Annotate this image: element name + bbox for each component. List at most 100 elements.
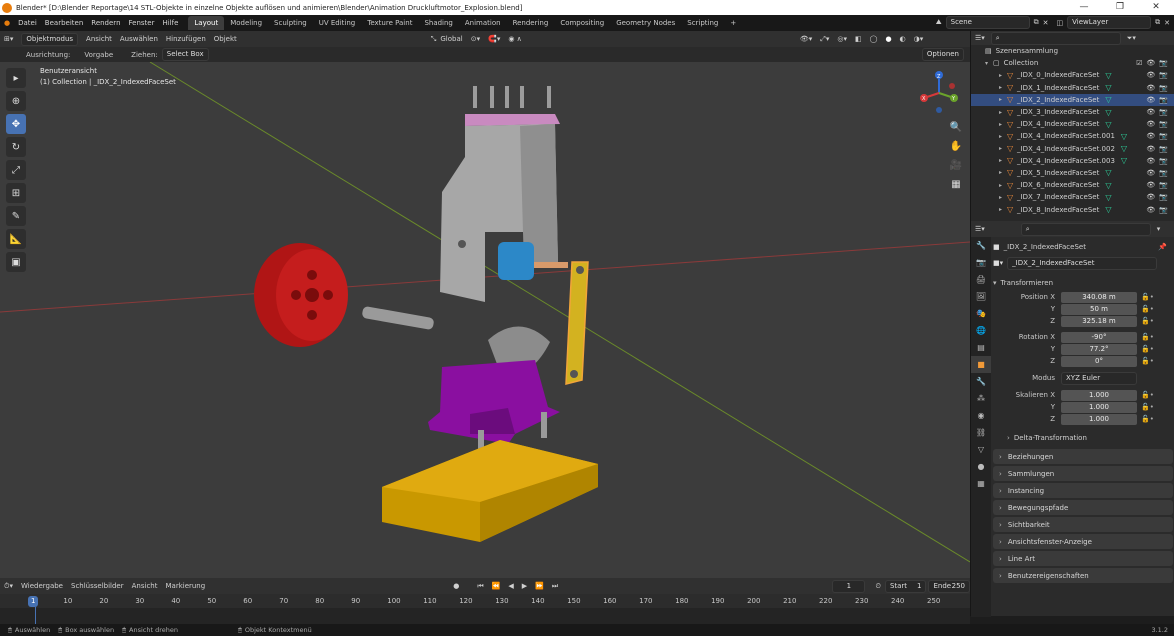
properties-panel-5[interactable]: › Ansichtsfenster-Anzeige xyxy=(993,534,1173,549)
jump-end-icon[interactable]: ⏭ xyxy=(548,582,562,591)
prev-keyframe-icon[interactable]: ⏪ xyxy=(488,582,505,590)
playhead[interactable]: 1 xyxy=(28,596,39,607)
transform-icon[interactable]: ⊞ xyxy=(6,183,26,203)
start-frame-field[interactable]: Start 1 xyxy=(884,579,927,593)
camera-render-icon[interactable]: 📷 xyxy=(1159,84,1168,92)
timeline-editor-icon[interactable]: ⏱▾ xyxy=(0,582,17,591)
mesh-data-icon[interactable]: ▽ xyxy=(1105,181,1111,190)
mode-selector[interactable]: Objektmodus xyxy=(21,32,79,46)
object-name-field[interactable]: _IDX_2_IndexedFaceSet xyxy=(1007,256,1158,270)
filter-icon[interactable]: ⏷▾ xyxy=(1127,34,1136,43)
tab-texture-paint[interactable]: Texture Paint xyxy=(361,16,418,30)
outliner-item[interactable]: ▸ ▽ _IDX_3_IndexedFaceSet ▽ 👁 📷 xyxy=(971,106,1174,118)
eye-icon[interactable]: 👁 xyxy=(1146,169,1155,177)
rotation-mode-dropdown[interactable]: XYZ Euler xyxy=(1061,371,1137,385)
expand-icon[interactable]: › xyxy=(1007,434,1010,442)
position-x-field[interactable]: 340.08 m xyxy=(1061,291,1137,303)
move-icon[interactable]: ✥ xyxy=(6,114,26,134)
position-y-field[interactable]: 50 m xyxy=(1061,303,1137,315)
tab-sculpting[interactable]: Sculpting xyxy=(268,16,313,30)
expand-icon[interactable]: ▸ xyxy=(999,96,1007,103)
scene-selector[interactable]: Scene xyxy=(945,16,1030,29)
cursor-icon[interactable]: ⊕ xyxy=(6,91,26,111)
lock-icon[interactable]: 🔓• xyxy=(1141,333,1154,341)
checkbox-icon[interactable]: ☑ xyxy=(1136,59,1142,67)
mesh-data-icon[interactable]: ▽ xyxy=(1105,193,1111,202)
properties-panel-7[interactable]: › Benutzereigenschaften xyxy=(993,568,1173,583)
scene-tab-icon[interactable]: 🎭 xyxy=(971,305,991,322)
shading-solid-icon[interactable]: ● xyxy=(881,35,895,43)
render-tab-icon[interactable]: 📷 xyxy=(971,254,991,271)
pivot-icon[interactable]: ⊙▾ xyxy=(467,35,484,43)
lock-icon[interactable]: 🔓• xyxy=(1141,317,1154,325)
particles-tab-icon[interactable]: ⁂ xyxy=(971,390,991,407)
transform-orientation-dropdown[interactable]: Global xyxy=(436,35,466,43)
expand-icon[interactable]: ▸ xyxy=(999,133,1007,140)
expand-icon[interactable]: ▸ xyxy=(999,145,1007,152)
camera-render-icon[interactable]: 📷 xyxy=(1159,59,1168,67)
properties-panel-4[interactable]: › Sichtbarkeit xyxy=(993,517,1173,532)
lock-icon[interactable]: 🔓• xyxy=(1141,293,1154,301)
drag-dropdown[interactable]: Select Box xyxy=(161,48,209,61)
viewlayer-tab-icon[interactable]: 🖼 xyxy=(971,288,991,305)
expand-icon[interactable]: ▸ xyxy=(999,84,1007,91)
outliner-item[interactable]: ▸ ▽ _IDX_1_IndexedFaceSet ▽ 👁 📷 xyxy=(971,82,1174,94)
outliner-item[interactable]: ▸ ▽ _IDX_7_IndexedFaceSet ▽ 👁 📷 xyxy=(971,191,1174,203)
menu-markierung[interactable]: Markierung xyxy=(161,582,209,590)
3d-viewport[interactable]: Benutzeransicht (1) Collection | _IDX_2_… xyxy=(0,62,970,578)
properties-search-input[interactable]: ⌕ xyxy=(1020,222,1151,236)
menu-objekt[interactable]: Objekt xyxy=(210,35,241,43)
pan-hand-icon[interactable]: ✋ xyxy=(948,139,964,155)
grid-view-icon[interactable]: ▦ xyxy=(948,177,964,193)
mesh-data-icon[interactable]: ▽ xyxy=(1105,83,1111,92)
eye-icon[interactable]: 👁 xyxy=(1146,96,1155,104)
expand-icon[interactable]: ▸ xyxy=(999,72,1007,79)
mesh-data-icon[interactable]: ▽ xyxy=(1105,108,1111,117)
xray-icon[interactable]: ◧ xyxy=(851,35,866,43)
play-reverse-icon[interactable]: ◀ xyxy=(504,582,517,590)
lock-icon[interactable]: 🔓• xyxy=(1141,357,1154,365)
menu-auswaehlen[interactable]: Auswählen xyxy=(116,35,162,43)
camera-render-icon[interactable]: 📷 xyxy=(1159,193,1168,201)
camera-render-icon[interactable]: 📷 xyxy=(1159,120,1168,128)
add-workspace-button[interactable]: + xyxy=(724,16,742,30)
menu-fenster[interactable]: Fenster xyxy=(125,19,159,27)
scale-y-field[interactable]: 1.000 xyxy=(1061,401,1137,413)
play-icon[interactable]: ▶ xyxy=(518,582,531,590)
camera-render-icon[interactable]: 📷 xyxy=(1159,71,1168,79)
snap-icon[interactable]: 🧲▾ xyxy=(484,35,504,43)
tab-scripting[interactable]: Scripting xyxy=(681,16,724,30)
scale-z-field[interactable]: 1.000 xyxy=(1061,413,1137,425)
properties-panel-1[interactable]: › Sammlungen xyxy=(993,466,1173,481)
texture-tab-icon[interactable]: ▦ xyxy=(971,475,991,492)
outliner-collection[interactable]: ▾ ▢ Collection ☑ 👁 📷 xyxy=(971,57,1174,69)
eye-icon[interactable]: 👁 xyxy=(1146,181,1155,189)
menu-hilfe[interactable]: Hilfe xyxy=(158,19,182,27)
delta-transform-section[interactable]: Delta-Transformation xyxy=(1014,434,1087,442)
dropdown-icon[interactable]: ▾ xyxy=(1157,225,1161,233)
lock-icon[interactable]: 🔓• xyxy=(1141,305,1154,313)
outliner-item[interactable]: ▸ ▽ _IDX_4_IndexedFaceSet ▽ 👁 📷 xyxy=(971,118,1174,130)
current-frame-field[interactable]: 1 xyxy=(832,579,866,593)
mesh-data-icon[interactable]: ▽ xyxy=(1121,144,1127,153)
properties-panel-0[interactable]: › Beziehungen xyxy=(993,449,1173,464)
properties-panel-6[interactable]: › Line Art xyxy=(993,551,1173,566)
outliner-item[interactable]: ▸ ▽ _IDX_6_IndexedFaceSet ▽ 👁 📷 xyxy=(971,179,1174,191)
modifier-tab-icon[interactable]: 🔧 xyxy=(971,373,991,390)
collection-tab-icon[interactable]: ▤ xyxy=(971,339,991,356)
overlay-toggle-icon[interactable]: ◎▾ xyxy=(833,35,851,43)
mesh-data-icon[interactable]: ▽ xyxy=(1105,205,1111,214)
shading-material-icon[interactable]: ◐ xyxy=(896,35,910,43)
tab-rendering[interactable]: Rendering xyxy=(507,16,555,30)
position-z-field[interactable]: 325.18 m xyxy=(1061,315,1137,327)
rotation-z-field[interactable]: 0° xyxy=(1061,355,1137,367)
constraints-tab-icon[interactable]: ⛓ xyxy=(971,424,991,441)
outliner-editor-icon[interactable]: ☰▾ xyxy=(975,34,985,42)
shading-wire-icon[interactable]: ◯ xyxy=(866,35,882,43)
expand-icon[interactable]: ▸ xyxy=(999,109,1007,116)
tool-tab-icon[interactable]: 🔧 xyxy=(971,237,991,254)
menu-datei[interactable]: Datei xyxy=(14,19,41,27)
measure-icon[interactable]: 📐 xyxy=(6,229,26,249)
mesh-data-icon[interactable]: ▽ xyxy=(1105,95,1111,104)
eye-icon[interactable]: 👁 xyxy=(1146,206,1155,214)
